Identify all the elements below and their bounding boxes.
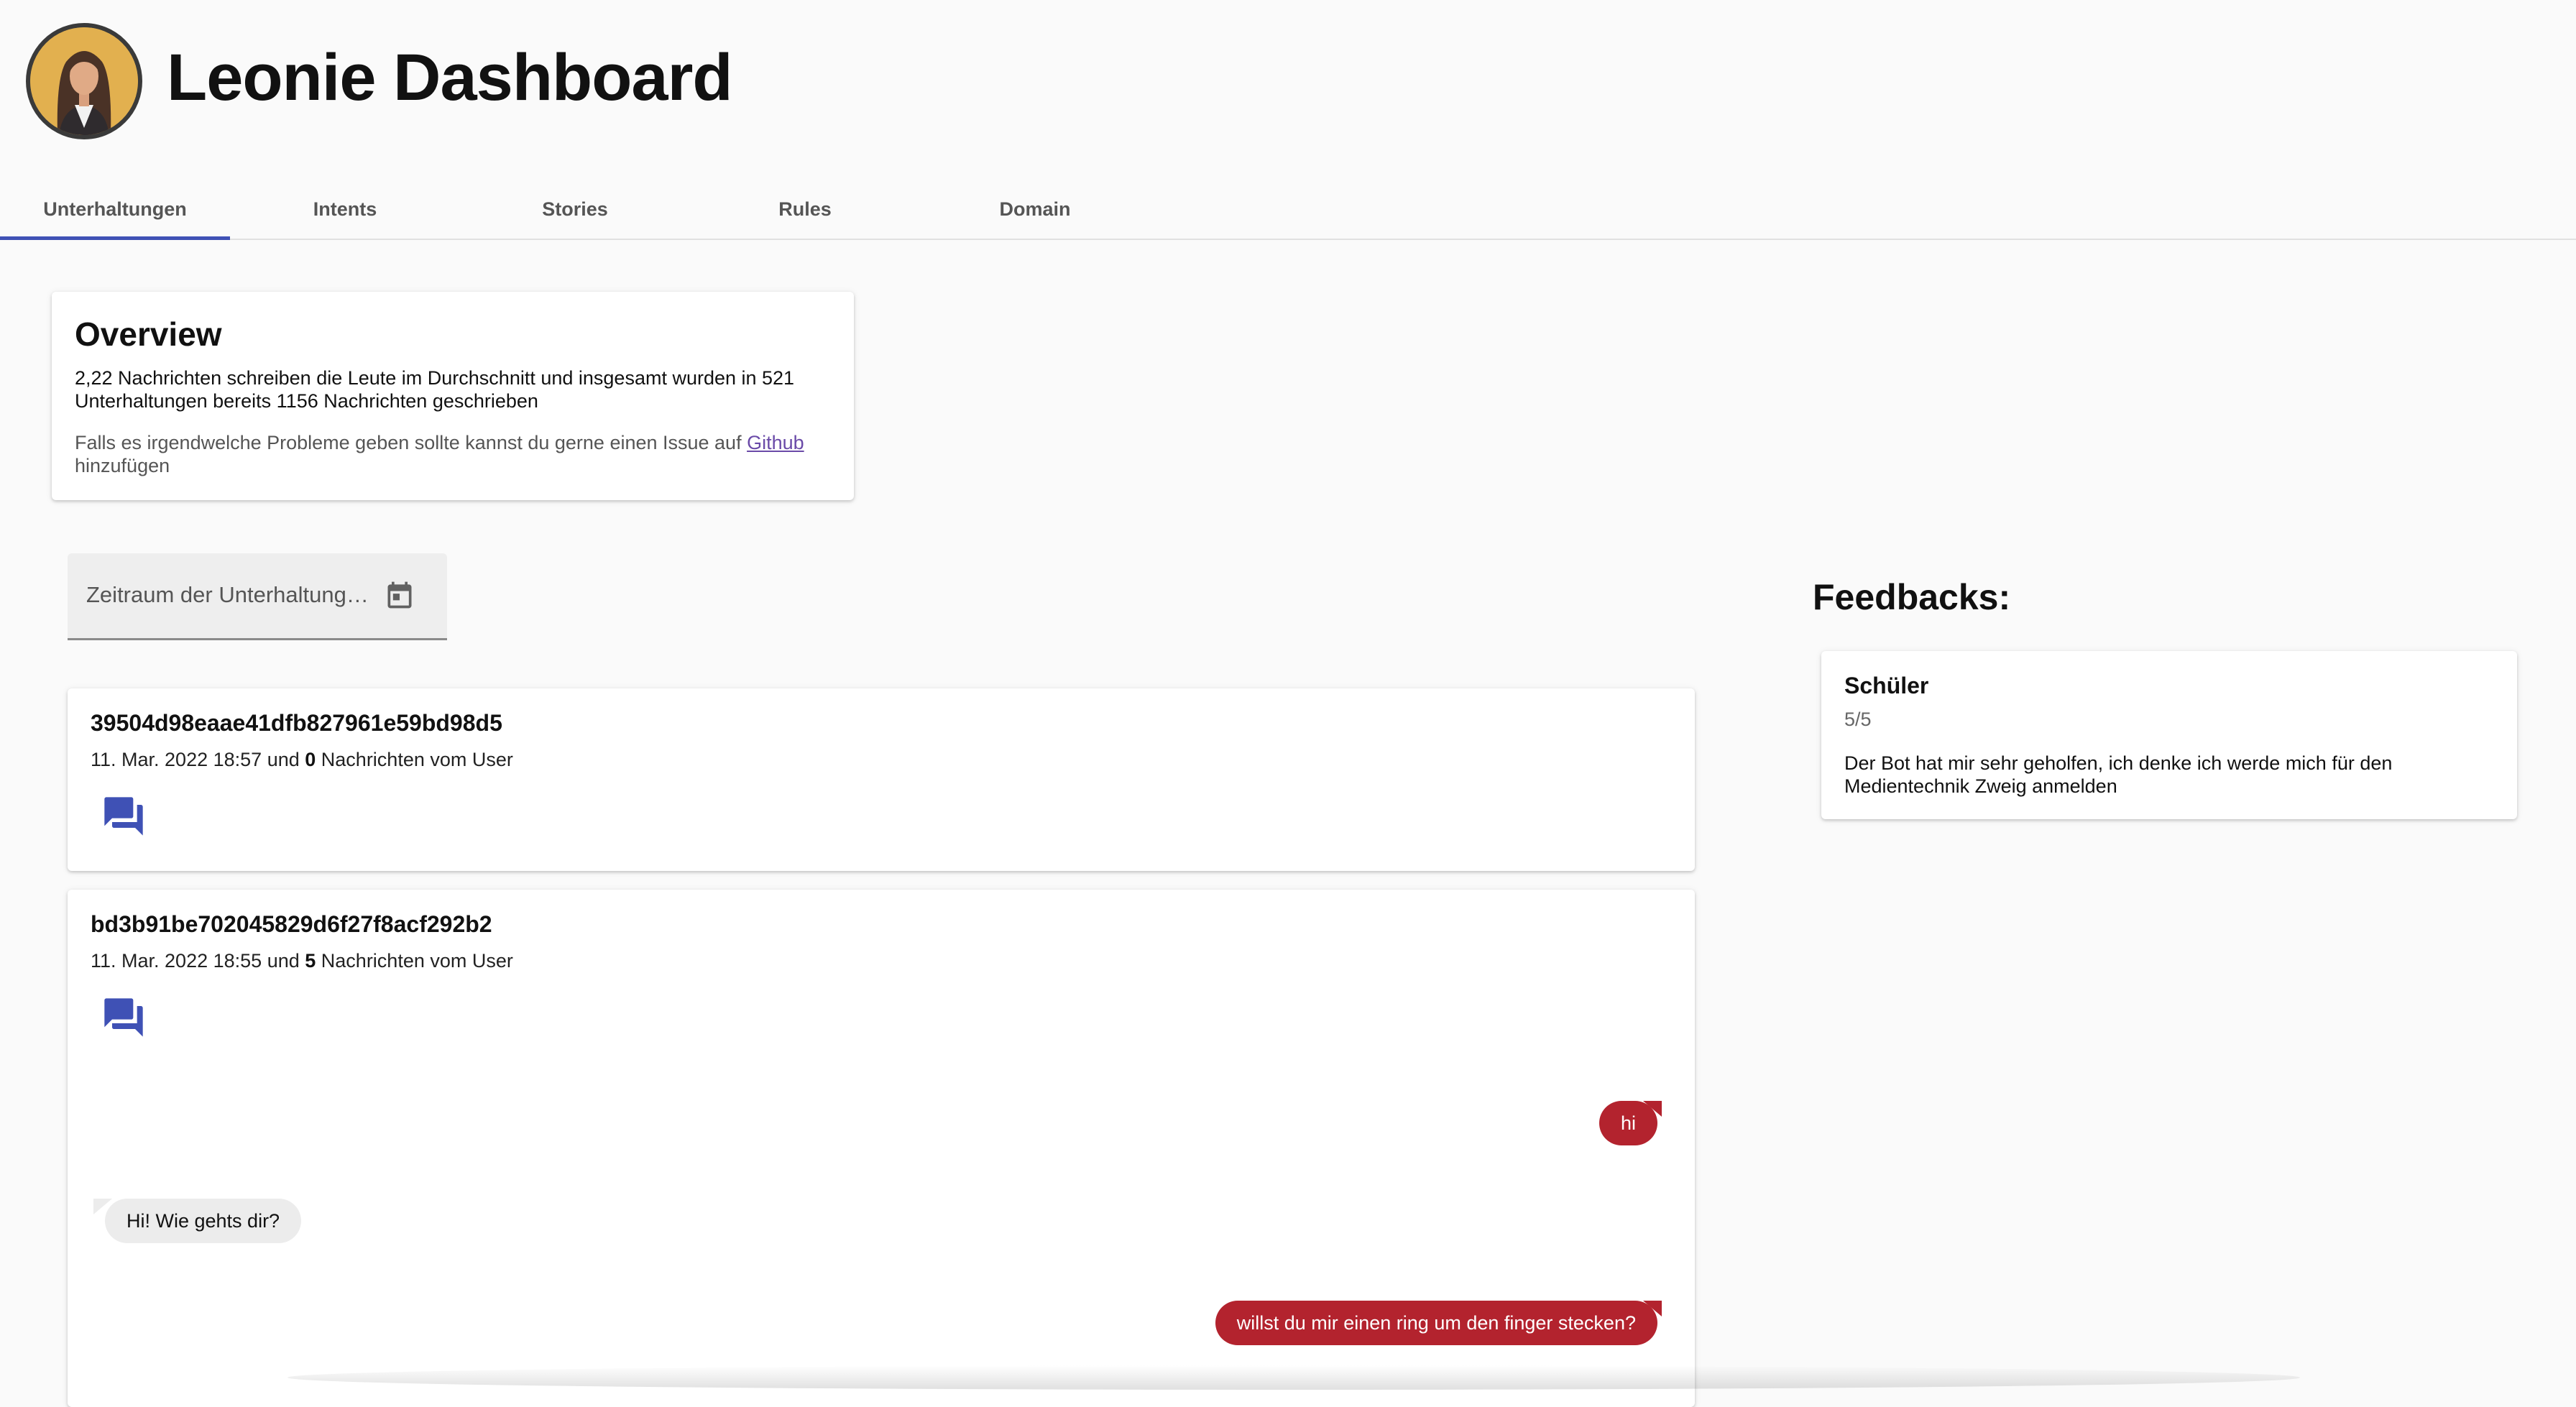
date-range-placeholder: Zeitraum der Unterhaltung… bbox=[86, 582, 369, 607]
conversation-count-suffix: Nachrichten vom User bbox=[316, 749, 513, 770]
tab-stories[interactable]: Stories bbox=[460, 180, 690, 239]
calendar-icon[interactable] bbox=[384, 579, 415, 611]
overview-card: Overview 2,22 Nachrichten schreiben die … bbox=[52, 292, 854, 500]
tab-rules[interactable]: Rules bbox=[690, 180, 920, 239]
feedback-text: Der Bot hat mir sehr geholfen, ich denke… bbox=[1844, 752, 2393, 797]
conversation-card: 39504d98eaae41dfb827961e59bd98d5 11. Mar… bbox=[68, 688, 1695, 871]
avatar bbox=[26, 23, 142, 139]
chat-icon[interactable] bbox=[101, 793, 147, 839]
github-link[interactable]: Github bbox=[747, 432, 804, 453]
conversation-id: 39504d98eaae41dfb827961e59bd98d5 bbox=[91, 710, 502, 736]
tab-domain[interactable]: Domain bbox=[920, 180, 1150, 239]
app-header: Leonie Dashboard bbox=[0, 0, 2576, 172]
conversation-card: bd3b91be702045829d6f27f8acf292b2 11. Mar… bbox=[68, 890, 1695, 1407]
tab-bar: Unterhaltungen Intents Stories Rules Dom… bbox=[0, 180, 2576, 240]
conversation-message-count: 0 bbox=[305, 749, 316, 770]
woman-avatar-icon bbox=[30, 27, 138, 135]
date-range-field[interactable]: Zeitraum der Unterhaltung… bbox=[68, 553, 447, 640]
tab-intents[interactable]: Intents bbox=[230, 180, 460, 239]
overview-stats: 2,22 Nachrichten schreiben die Leute im … bbox=[75, 367, 795, 412]
overview-note: Falls es irgendwelche Probleme geben sol… bbox=[75, 431, 837, 477]
tab-unterhaltungen[interactable]: Unterhaltungen bbox=[0, 180, 230, 240]
overview-note-suffix: hinzufügen bbox=[75, 455, 170, 476]
conversation-meta: 11. Mar. 2022 18:55 und 5 Nachrichten vo… bbox=[91, 950, 513, 972]
conversation-message-count: 5 bbox=[305, 950, 316, 972]
user-message-bubble: hi bbox=[1598, 1101, 1657, 1145]
bot-message-bubble: Hi! Wie gehts dir? bbox=[105, 1199, 302, 1243]
feedback-rating: 5/5 bbox=[1844, 709, 1872, 730]
conversation-datetime: 11. Mar. 2022 18:57 bbox=[91, 749, 262, 770]
user-message-bubble: willst du mir einen ring um den finger s… bbox=[1215, 1301, 1657, 1345]
feedback-card: Schüler 5/5 Der Bot hat mir sehr geholfe… bbox=[1821, 651, 2517, 819]
conversation-connector: und bbox=[262, 749, 305, 770]
overview-note-prefix: Falls es irgendwelche Probleme geben sol… bbox=[75, 432, 748, 453]
chat-icon[interactable] bbox=[101, 995, 147, 1041]
scroll-shadow bbox=[288, 1365, 2300, 1390]
conversation-id: bd3b91be702045829d6f27f8acf292b2 bbox=[91, 911, 492, 937]
overview-title: Overview bbox=[75, 315, 222, 353]
conversation-meta: 11. Mar. 2022 18:57 und 0 Nachrichten vo… bbox=[91, 749, 513, 771]
app-title: Leonie Dashboard bbox=[167, 41, 733, 114]
feedbacks-title: Feedbacks: bbox=[1813, 577, 2011, 617]
conversation-datetime: 11. Mar. 2022 18:55 bbox=[91, 950, 262, 972]
feedback-role: Schüler bbox=[1844, 673, 1929, 698]
conversation-count-suffix: Nachrichten vom User bbox=[316, 950, 513, 972]
conversation-connector: und bbox=[262, 950, 305, 972]
